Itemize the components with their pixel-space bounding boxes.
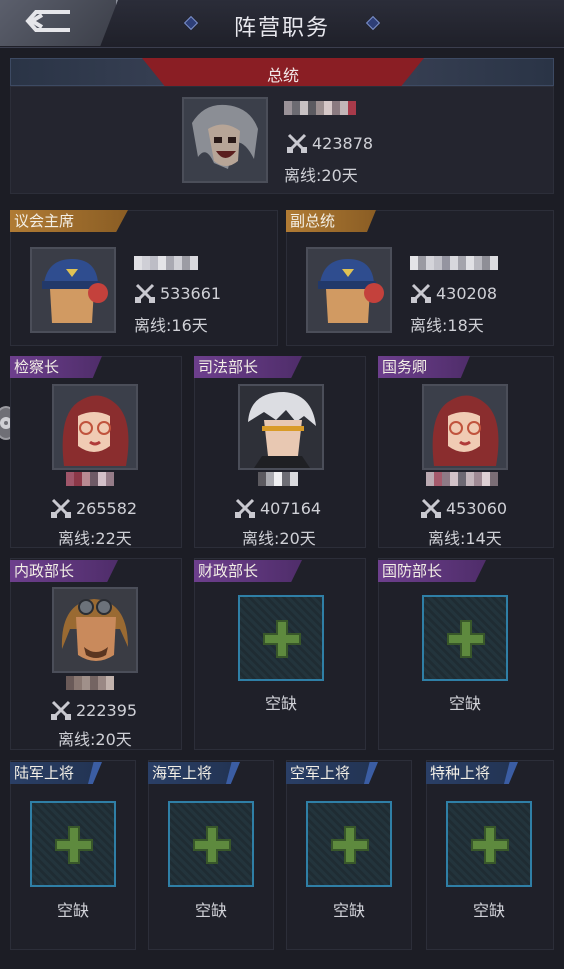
vacant-label: 空缺 [56,901,89,920]
crossed-swords-icon [411,283,431,303]
vacant-slot-special-forces[interactable] [446,801,532,887]
power-value: 265582 [76,498,138,518]
player-name-blurred [66,676,114,690]
minister-offline: 离线:22天 [58,529,132,548]
title-area: 阵营职务 [150,0,414,48]
council-offline: 离线:16天 [134,316,208,335]
avatar-secretary-of-state[interactable] [422,384,508,470]
vacant-label: 空缺 [332,901,365,920]
vacant-label: 空缺 [264,694,297,713]
portrait-cap-man [308,249,390,331]
minister-offline: 离线:20天 [242,529,316,548]
power-value: 453060 [446,498,508,518]
minister-power: 265582 [50,497,137,519]
player-name-blurred [410,256,498,270]
vacant-label: 空缺 [194,901,227,920]
role-tag: 国防部长 [378,560,486,582]
avatar-vice-president[interactable] [306,247,392,333]
power-value: 407164 [260,498,322,518]
role-tag: 检察长 [10,356,102,378]
crossed-swords-icon [51,498,71,518]
plus-icon [263,620,301,658]
power-value: 423878 [312,133,374,153]
minister-offline: 离线:20天 [58,730,132,749]
plus-icon [447,620,485,658]
avatar-justice-minister[interactable] [238,384,324,470]
role-tag: 财政部长 [194,560,302,582]
vacant-label: 空缺 [448,694,481,713]
crossed-swords-icon [235,498,255,518]
back-arrow-icon [25,10,70,32]
role-tag: 空军上将 [286,762,378,784]
portrait-woman-glasses [424,386,506,468]
avatar-leader[interactable] [182,97,268,183]
player-name-blurred [66,472,114,486]
power-value: 222395 [76,700,138,720]
player-name-blurred [134,256,198,270]
crossed-swords-icon [51,700,71,720]
portrait-cap-man [32,249,114,331]
player-name-blurred [426,472,498,486]
power-value: 430208 [436,283,498,303]
minister-power: 407164 [234,497,321,519]
plus-icon [55,826,93,864]
role-tag: 陆军上将 [10,762,102,784]
vacant-slot-army[interactable] [30,801,116,887]
role-tag: 特种上将 [426,762,518,784]
portrait-woman-glasses [54,386,136,468]
avatar-interior-minister[interactable] [52,587,138,673]
leader-title: 总统 [266,66,299,85]
crossed-swords-icon [421,498,441,518]
avatar-council-chair[interactable] [30,247,116,333]
minister-power: 453060 [420,497,507,519]
plus-icon [471,826,509,864]
portrait-skull [184,99,266,181]
back-button[interactable] [0,0,118,46]
leader-offline: 离线:20天 [284,166,358,185]
role-tag: 国务卿 [378,356,470,378]
plus-icon [331,826,369,864]
leader-panel [10,86,554,194]
role-tag: 副总统 [286,210,376,232]
role-tag: 内政部长 [10,560,118,582]
player-name-blurred [284,101,356,115]
council-offline: 离线:18天 [410,316,484,335]
role-tag: 司法部长 [194,356,302,378]
minister-power: 222395 [50,699,137,721]
vacant-slot-air-force[interactable] [306,801,392,887]
vacant-slot-navy[interactable] [168,801,254,887]
avatar-prosecutor[interactable] [52,384,138,470]
minister-offline: 离线:14天 [428,529,502,548]
power-value: 533661 [160,283,222,303]
council-power: 430208 [410,282,497,304]
vacant-label: 空缺 [472,901,505,920]
player-name-blurred [258,472,298,486]
role-tag: 议会主席 [10,210,128,232]
crossed-swords-icon [135,283,155,303]
portrait-silver-hair [240,386,322,468]
vacant-slot-finance[interactable] [238,595,324,681]
plus-icon [193,826,231,864]
council-power: 533661 [134,282,221,304]
crossed-swords-icon [287,133,307,153]
leader-power: 423878 [286,132,373,154]
top-bar: 阵营职务 [0,0,564,48]
role-tag: 海军上将 [148,762,240,784]
vacant-slot-defense[interactable] [422,595,508,681]
portrait-goggles-man [54,589,136,671]
